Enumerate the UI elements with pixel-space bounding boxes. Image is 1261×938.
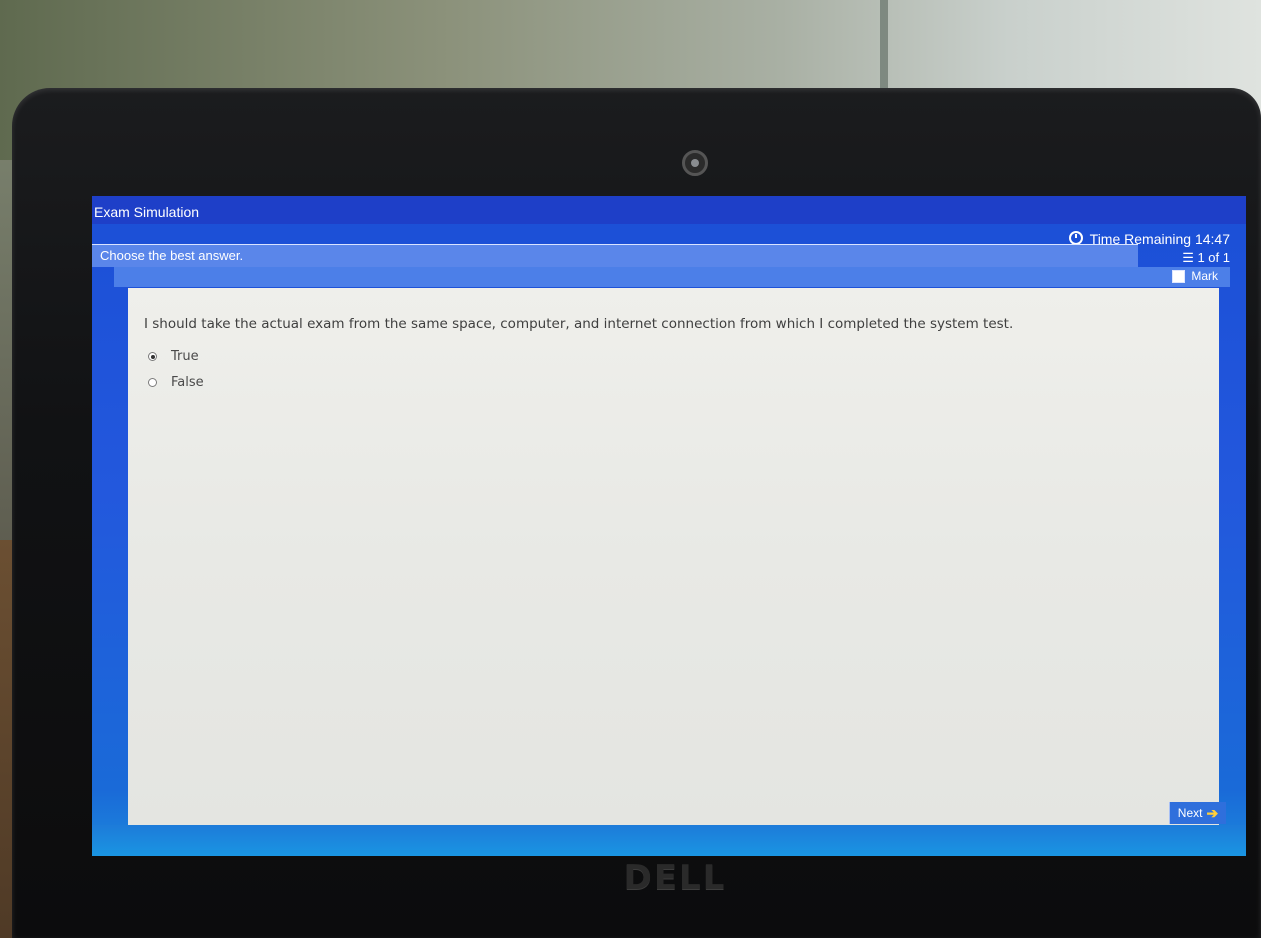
option-false[interactable]: False — [148, 375, 204, 390]
bottom-strip — [92, 825, 1246, 856]
time-remaining-value: 14:47 — [1194, 231, 1230, 247]
radio-false[interactable] — [148, 378, 157, 387]
list-icon: ☰ — [1182, 250, 1194, 265]
question-text: I should take the actual exam from the s… — [144, 316, 1014, 332]
title-bar: Exam Simulation — [92, 196, 1246, 224]
clock-icon — [1069, 231, 1084, 245]
instruction-bar: Choose the best answer. — [92, 244, 1138, 267]
next-button-label: Next — [1177, 806, 1203, 820]
question-counter: ☰ 1 of 1 — [1182, 250, 1230, 266]
arrow-right-icon: ➔ — [1206, 804, 1219, 821]
option-false-label: False — [171, 375, 204, 390]
option-true-label: True — [171, 349, 199, 364]
question-counter-text: 1 of 1 — [1197, 250, 1230, 265]
app-title: Exam Simulation — [94, 204, 200, 220]
option-true[interactable]: True — [148, 349, 199, 364]
question-panel: I should take the actual exam from the s… — [128, 288, 1219, 825]
mark-label: Mark — [1191, 269, 1218, 283]
radio-true[interactable] — [148, 352, 157, 361]
next-button[interactable]: Next ➔ — [1169, 802, 1226, 824]
exam-screen: Exam Simulation Time Remaining 14:47 ☰ 1… — [92, 196, 1246, 856]
mark-checkbox[interactable]: Mark — [1172, 269, 1218, 283]
checkbox-icon[interactable] — [1172, 269, 1186, 283]
instruction-text: Choose the best answer. — [100, 248, 244, 263]
mark-strip: Mark — [114, 267, 1230, 287]
webcam-icon — [682, 150, 708, 176]
laptop-brand-logo: DELL — [623, 858, 727, 898]
